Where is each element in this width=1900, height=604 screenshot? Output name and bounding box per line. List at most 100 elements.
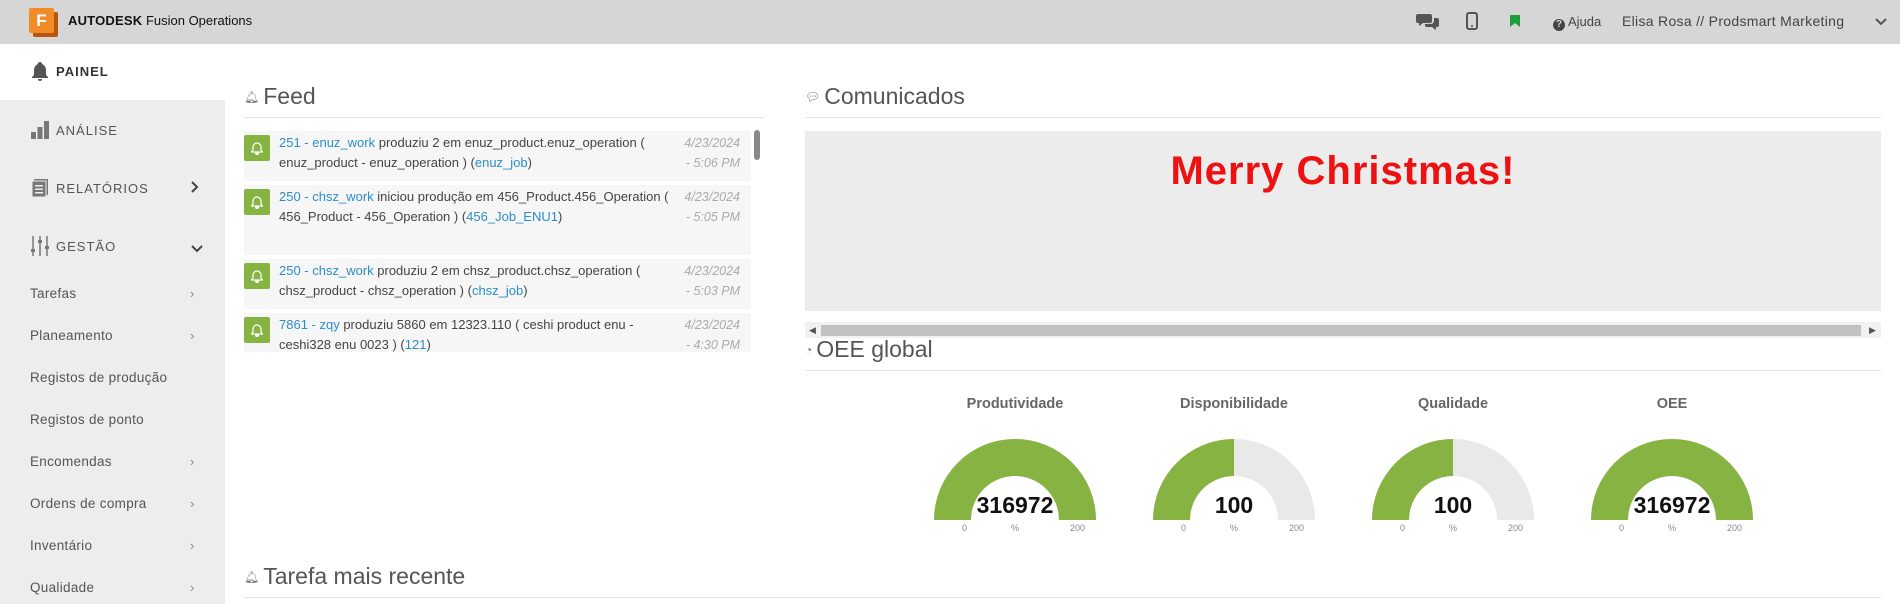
gauge-label: Produtividade xyxy=(966,396,1064,412)
comunicados-divider xyxy=(805,117,1881,118)
brand-product: Fusion Operations xyxy=(145,13,253,28)
chevron-right-icon[interactable]: › xyxy=(190,538,194,553)
feed-item-text: 250 - chsz_work produziu 2 em chsz_produ… xyxy=(279,261,679,301)
chevron-right-icon[interactable]: › xyxy=(190,286,194,301)
gauge-label: OEE xyxy=(1656,396,1688,412)
feed-time: - 5:05 PM xyxy=(685,210,740,224)
feed-item-text: 7861 - zqy produziu 5860 em 12323.110 ( … xyxy=(279,315,679,352)
feed-job-link[interactable]: 121 xyxy=(405,337,427,352)
feed-job-link[interactable]: 456_Job_ENU1 xyxy=(466,209,558,224)
feed-date: 4/23/2024 xyxy=(684,190,740,204)
speech-bubble-icon: 💬︎ xyxy=(805,90,821,104)
oee-title: ◔ OEE global xyxy=(805,336,933,363)
scroll-left-icon[interactable]: ◀ xyxy=(809,325,816,336)
feed-job-link[interactable]: enuz_job xyxy=(475,155,528,170)
comunicados-title-text: Comunicados xyxy=(824,83,965,109)
feed-worker-link[interactable]: 7861 - zqy xyxy=(279,317,340,332)
feed-title: 🔔︎ Feed xyxy=(244,83,316,110)
help-link[interactable]: ? Ajuda xyxy=(1553,14,1601,31)
feed-item-end: ) xyxy=(523,283,528,298)
sidebar-item-registos-producao[interactable]: Registos de produção xyxy=(30,370,167,385)
gauge-value: 100 xyxy=(1214,492,1254,518)
feed-item-text: 251 - enuz_work produziu 2 em enuz_produ… xyxy=(279,133,679,173)
gauge-max: 200 xyxy=(1069,523,1085,533)
feed-worker-link[interactable]: 250 - chsz_work xyxy=(279,263,374,278)
gauge-value: 316972 xyxy=(976,492,1054,518)
feed-date: 4/23/2024 xyxy=(684,318,740,332)
bell-icon xyxy=(244,317,270,343)
announcement-scrollbar[interactable]: ◀ ▶ xyxy=(805,322,1881,338)
feed-item: 7861 - zqy produziu 5860 em 12323.110 ( … xyxy=(244,313,751,352)
gauge-value: 100 xyxy=(1433,492,1473,518)
sidebar-label-painel: PAINEL xyxy=(56,63,109,79)
scroll-right-icon[interactable]: ▶ xyxy=(1869,325,1876,336)
user-menu[interactable]: Elisa Rosa // Prodsmart Marketing xyxy=(1622,13,1844,29)
feed-item-date: 4/23/2024 - 5:03 PM xyxy=(676,261,740,301)
gauge-label: Disponibilidade xyxy=(1180,396,1288,412)
bookmark-icon[interactable] xyxy=(1509,10,1521,32)
sidebar-item-planeamento[interactable]: Planeamento xyxy=(30,328,113,343)
sidebar-item-inventario[interactable]: Inventário xyxy=(30,538,92,553)
feed-worker-link[interactable]: 250 - chsz_work xyxy=(279,189,374,204)
tarefa-title-text: Tarefa mais recente xyxy=(263,563,466,589)
help-icon: ? xyxy=(1553,19,1565,31)
chevron-right-icon[interactable]: › xyxy=(190,580,194,595)
feed-item-text: 250 - chsz_work iniciou produção em 456_… xyxy=(279,187,679,227)
sidebar-label-analise: ANÁLISE xyxy=(56,122,118,138)
feed-item-date: 4/23/2024 - 4:30 PM xyxy=(676,315,740,352)
chevron-right-icon[interactable]: › xyxy=(190,454,194,469)
chat-icon[interactable] xyxy=(1416,10,1440,32)
feed-time: - 5:03 PM xyxy=(685,284,740,298)
feed-item-date: 4/23/2024 - 5:05 PM xyxy=(676,187,740,227)
gauge-unit: % xyxy=(1667,523,1676,533)
sidebar-label-gestao: GESTÃO xyxy=(56,238,117,254)
gauge-oee: OEE 316972 0 % 200 xyxy=(1572,390,1772,540)
feed-worker-link[interactable]: 251 - enuz_work xyxy=(279,135,375,150)
mobile-icon[interactable] xyxy=(1466,10,1478,32)
fusion-logo-icon[interactable]: F xyxy=(29,8,58,37)
sidebar-item-painel[interactable]: PAINEL xyxy=(30,61,109,81)
report-icon xyxy=(30,178,50,198)
gauge-max: 200 xyxy=(1288,523,1304,533)
sidebar-item-relatorios[interactable]: RELATÓRIOS xyxy=(30,178,149,198)
gauge-value: 316972 xyxy=(1633,492,1711,518)
feed-scrollbar[interactable] xyxy=(754,130,760,160)
gauge-produtividade: Produtividade 316972 0 % 200 xyxy=(915,390,1115,540)
chevron-right-icon[interactable]: › xyxy=(190,328,194,343)
bell-icon: 🔔︎ xyxy=(244,90,260,104)
sidebar-item-registos-ponto[interactable]: Registos de ponto xyxy=(30,412,144,427)
announcement-box: Merry Christmas! xyxy=(805,131,1881,311)
sidebar-item-gestao[interactable]: GESTÃO xyxy=(30,236,116,256)
chevron-down-icon[interactable] xyxy=(1874,14,1888,32)
feed-time: - 4:30 PM xyxy=(685,338,740,352)
gauge-unit: % xyxy=(1010,523,1019,533)
tarefa-divider xyxy=(244,597,1881,598)
feed-job-link[interactable]: chsz_job xyxy=(472,283,523,298)
gauge-max: 200 xyxy=(1726,523,1742,533)
gauge-disponibilidade: Disponibilidade 100 0 % 200 xyxy=(1134,390,1334,540)
gauge-unit: % xyxy=(1229,523,1238,533)
chevron-right-icon[interactable] xyxy=(190,180,200,199)
feed-item-date: 4/23/2024 - 5:06 PM xyxy=(676,133,740,173)
oee-title-text: OEE global xyxy=(816,336,933,362)
gauge-max: 200 xyxy=(1507,523,1523,533)
feed-item: 250 - chsz_work produziu 2 em chsz_produ… xyxy=(244,259,751,309)
feed-item: 250 - chsz_work iniciou produção em 456_… xyxy=(244,185,751,255)
feed-title-text: Feed xyxy=(263,83,316,109)
sliders-icon xyxy=(30,236,50,256)
gauge-qualidade: Qualidade 100 0 % 200 xyxy=(1353,390,1553,540)
sidebar-item-ordens-compra[interactable]: Ordens de compra xyxy=(30,496,147,511)
sidebar-label-relatorios: RELATÓRIOS xyxy=(56,180,149,196)
chevron-right-icon[interactable]: › xyxy=(190,496,194,511)
sidebar-item-tarefas[interactable]: Tarefas xyxy=(30,286,76,301)
feed-list[interactable]: 251 - enuz_work produziu 2 em enuz_produ… xyxy=(244,128,764,352)
bell-icon xyxy=(30,61,50,81)
scrollbar-thumb[interactable] xyxy=(821,325,1861,336)
sidebar-item-qualidade[interactable]: Qualidade xyxy=(30,580,94,595)
sidebar-item-analise[interactable]: ANÁLISE xyxy=(30,120,118,140)
chevron-down-icon[interactable] xyxy=(190,241,204,259)
comunicados-title: 💬︎ Comunicados xyxy=(805,83,965,110)
bell-icon xyxy=(244,135,270,161)
feed-date: 4/23/2024 xyxy=(684,136,740,150)
sidebar-item-encomendas[interactable]: Encomendas xyxy=(30,454,112,469)
